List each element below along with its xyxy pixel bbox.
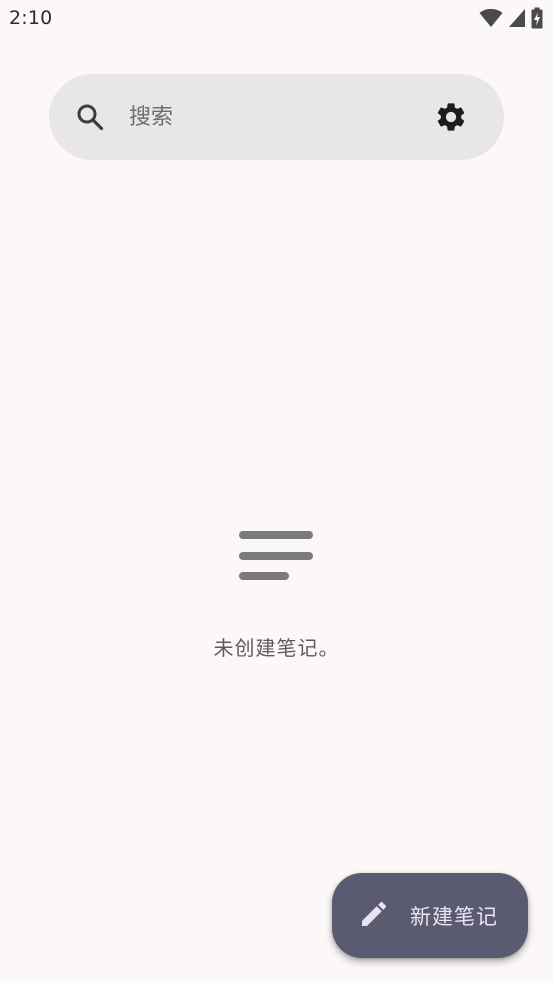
- status-icons: [479, 7, 543, 29]
- search-bar[interactable]: [49, 74, 504, 160]
- gear-icon[interactable]: [434, 100, 468, 134]
- status-bar: 2:10: [0, 0, 553, 38]
- pencil-icon: [358, 898, 410, 934]
- notes-lines-icon: [0, 520, 553, 584]
- empty-message: 未创建笔记。: [213, 636, 340, 660]
- wifi-icon: [479, 8, 503, 28]
- signal-icon: [508, 8, 526, 28]
- new-note-button[interactable]: 新建笔记: [332, 873, 528, 958]
- empty-state: 未创建笔记。: [0, 520, 553, 661]
- status-time: 2:10: [9, 7, 53, 29]
- search-input[interactable]: [129, 95, 419, 139]
- search-icon[interactable]: [76, 103, 104, 131]
- battery-charging-icon: [531, 7, 543, 29]
- new-note-label: 新建笔记: [410, 904, 498, 929]
